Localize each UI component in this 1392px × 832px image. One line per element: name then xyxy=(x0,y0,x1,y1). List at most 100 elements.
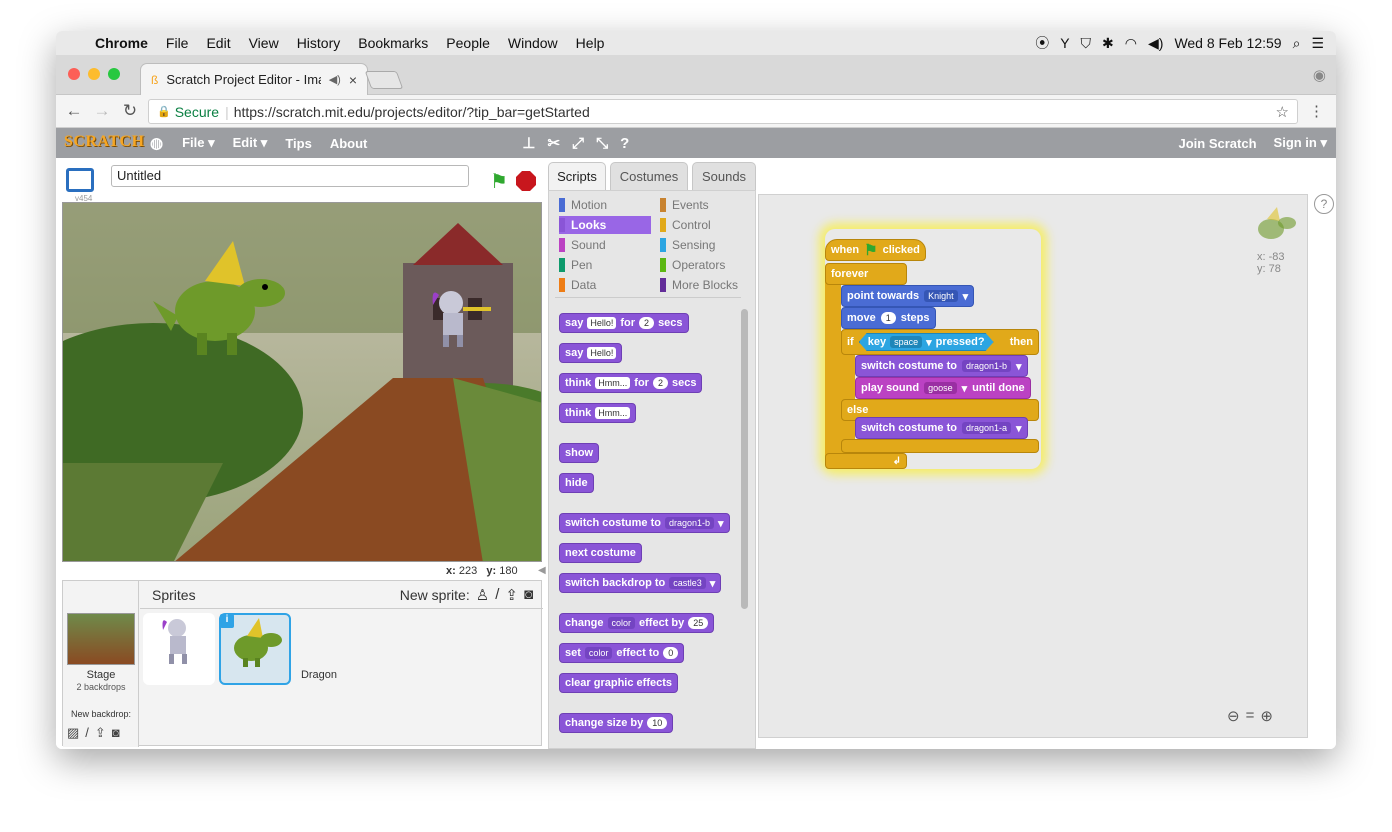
category-sound[interactable]: Sound xyxy=(559,236,606,254)
scratch-menu-file[interactable]: File ▾ xyxy=(173,135,224,151)
block-move-steps[interactable]: move 1 steps xyxy=(841,307,936,329)
clock[interactable]: Wed 8 Feb 12:59 xyxy=(1174,35,1281,51)
block-dropdown[interactable]: dragon1-b xyxy=(664,517,715,529)
scripts-area[interactable]: when ⚑ clicked forever point towards Knight… xyxy=(758,194,1308,738)
fullscreen-icon[interactable] xyxy=(66,168,94,192)
block-dropdown[interactable]: dragon1-a xyxy=(961,422,1012,434)
url-text[interactable]: https://scratch.mit.edu/projects/editor/… xyxy=(234,104,590,120)
block-input[interactable]: Hmm... xyxy=(595,377,631,389)
menu-file[interactable]: File xyxy=(157,35,198,51)
menu-bookmarks[interactable]: Bookmarks xyxy=(349,35,437,51)
block-switch-costume-b[interactable]: switch costume to dragon1-b ▾ xyxy=(855,355,1028,377)
close-tab-icon[interactable]: × xyxy=(349,72,357,88)
block-play-sound-until-done[interactable]: play sound goose ▾ until done xyxy=(855,377,1031,399)
green-flag-icon[interactable]: ⚑ xyxy=(490,169,508,194)
menu-people[interactable]: People xyxy=(437,35,499,51)
category-more-blocks[interactable]: More Blocks xyxy=(660,276,738,294)
volume-icon[interactable]: ◀) xyxy=(1148,35,1163,52)
block-dropdown[interactable]: dragon1-b xyxy=(961,360,1012,372)
category-operators[interactable]: Operators xyxy=(660,256,725,274)
block-clear-graphic-effects[interactable]: clear graphic effects xyxy=(559,673,678,693)
paint-sprite-icon[interactable]: / xyxy=(495,586,499,603)
project-title-input[interactable]: Untitled xyxy=(111,165,469,187)
record-icon[interactable]: ⦿ xyxy=(1035,33,1049,53)
block-help-icon[interactable]: ? xyxy=(614,135,635,152)
block-number-input[interactable]: 2 xyxy=(652,377,668,389)
block-change-size[interactable]: change size by 10 xyxy=(559,713,674,733)
minimize-window-icon[interactable] xyxy=(88,68,100,80)
menu-edit[interactable]: Edit xyxy=(197,35,239,51)
category-looks[interactable]: Looks xyxy=(559,216,651,234)
block-dropdown[interactable]: color xyxy=(584,647,613,659)
block-input[interactable]: Hmm... xyxy=(595,407,631,419)
block-switch-costume-a[interactable]: switch costume to dragon1-a ▾ xyxy=(855,417,1028,439)
sprite-library-icon[interactable]: ♙ xyxy=(476,586,489,604)
zoom-out-icon[interactable]: ⊖ xyxy=(1227,707,1240,725)
kebab-menu-icon[interactable]: ⋮ xyxy=(1309,102,1324,120)
camera-sprite-icon[interactable]: ◙ xyxy=(524,586,533,603)
maximize-window-icon[interactable] xyxy=(108,68,120,80)
wifi-icon[interactable]: ◠ xyxy=(1125,35,1137,52)
block-key-pressed[interactable]: key space ▾ pressed? xyxy=(859,333,994,351)
dragon-sprite[interactable] xyxy=(153,241,293,361)
menu-help[interactable]: Help xyxy=(567,35,614,51)
duplicate-stamp-icon[interactable]: ⊥ xyxy=(516,134,541,152)
block-switch-costume[interactable]: switch costume to dragon1-b ▾ xyxy=(559,513,730,533)
menu-view[interactable]: View xyxy=(240,35,288,51)
camera-backdrop-icon[interactable]: ◙ xyxy=(112,725,120,741)
tab-costumes[interactable]: Costumes xyxy=(610,162,688,190)
fork-icon[interactable]: Y xyxy=(1060,35,1069,51)
back-icon[interactable]: ← xyxy=(60,101,88,121)
stage-canvas[interactable] xyxy=(62,202,542,562)
category-pen[interactable]: Pen xyxy=(559,256,592,274)
grow-icon[interactable]: ⤢ xyxy=(566,135,590,152)
block-dropdown[interactable]: castle3 xyxy=(669,577,706,589)
block-change-effect[interactable]: change color effect by 25 xyxy=(559,613,715,633)
block-think[interactable]: think Hmm... xyxy=(559,403,637,423)
block-number-input[interactable]: 2 xyxy=(639,317,655,329)
block-dropdown[interactable]: goose xyxy=(924,382,957,394)
reload-icon[interactable]: ↻ xyxy=(116,101,144,121)
category-control[interactable]: Control xyxy=(660,216,711,234)
zoom-in-icon[interactable]: ⊕ xyxy=(1260,707,1273,725)
upload-backdrop-icon[interactable]: ⇪ xyxy=(95,725,106,741)
block-think-for-secs[interactable]: think Hmm... for 2 secs xyxy=(559,373,703,393)
spotlight-search-icon[interactable]: ⌕ xyxy=(1293,35,1301,52)
menu-chrome[interactable]: Chrome xyxy=(86,35,157,51)
zoom-reset-icon[interactable]: = xyxy=(1246,707,1255,725)
hat-when-flag-clicked[interactable]: when ⚑ clicked xyxy=(825,239,926,261)
delete-scissors-icon[interactable]: ✂ xyxy=(541,134,566,152)
backdrop-library-icon[interactable]: ▨ xyxy=(67,725,79,741)
sprite-info-icon[interactable]: i xyxy=(220,614,234,628)
collapse-stage-icon[interactable]: ◀ xyxy=(538,565,546,576)
block-say-for-secs[interactable]: say Hello! for 2 secs xyxy=(559,313,689,333)
speaker-icon[interactable]: ◀) xyxy=(329,73,341,86)
scratch-logo[interactable]: SCRATCH xyxy=(64,133,144,153)
bluetooth-icon[interactable]: ✱ xyxy=(1102,35,1114,52)
palette-scrollbar[interactable] xyxy=(741,309,748,609)
sprite-tile-dragon[interactable]: i Dragon xyxy=(219,613,337,685)
new-tab-button[interactable] xyxy=(364,71,404,89)
block-hide[interactable]: hide xyxy=(559,473,594,493)
block-if-else[interactable]: if key space ▾ pressed? then xyxy=(841,329,1039,355)
sign-in-link[interactable]: Sign in ▾ xyxy=(1265,135,1336,151)
language-globe-icon[interactable]: ◍ xyxy=(140,134,173,152)
sprite-tile-knight[interactable]: Knight xyxy=(143,613,253,685)
join-scratch-link[interactable]: Join Scratch xyxy=(1171,136,1265,151)
block-set-effect[interactable]: set color effect to 0 xyxy=(559,643,685,663)
notification-list-icon[interactable]: ☰ xyxy=(1311,35,1324,52)
menu-history[interactable]: History xyxy=(288,35,350,51)
block-point-towards[interactable]: point towards Knight ▾ xyxy=(841,285,975,307)
paint-backdrop-icon[interactable]: / xyxy=(85,725,89,741)
stop-sign-icon[interactable] xyxy=(516,171,536,191)
tab-scripts[interactable]: Scripts xyxy=(548,162,606,190)
scratch-menu-about[interactable]: About xyxy=(321,136,377,151)
close-window-icon[interactable] xyxy=(68,68,80,80)
block-number-input[interactable]: 0 xyxy=(663,647,679,659)
menu-window[interactable]: Window xyxy=(499,35,567,51)
block-switch-backdrop[interactable]: switch backdrop to castle3 ▾ xyxy=(559,573,722,593)
scratch-menu-edit[interactable]: Edit ▾ xyxy=(224,135,277,151)
block-number-input[interactable]: 25 xyxy=(688,617,709,629)
forward-icon[interactable]: → xyxy=(88,101,116,121)
knight-sprite[interactable] xyxy=(425,287,495,349)
